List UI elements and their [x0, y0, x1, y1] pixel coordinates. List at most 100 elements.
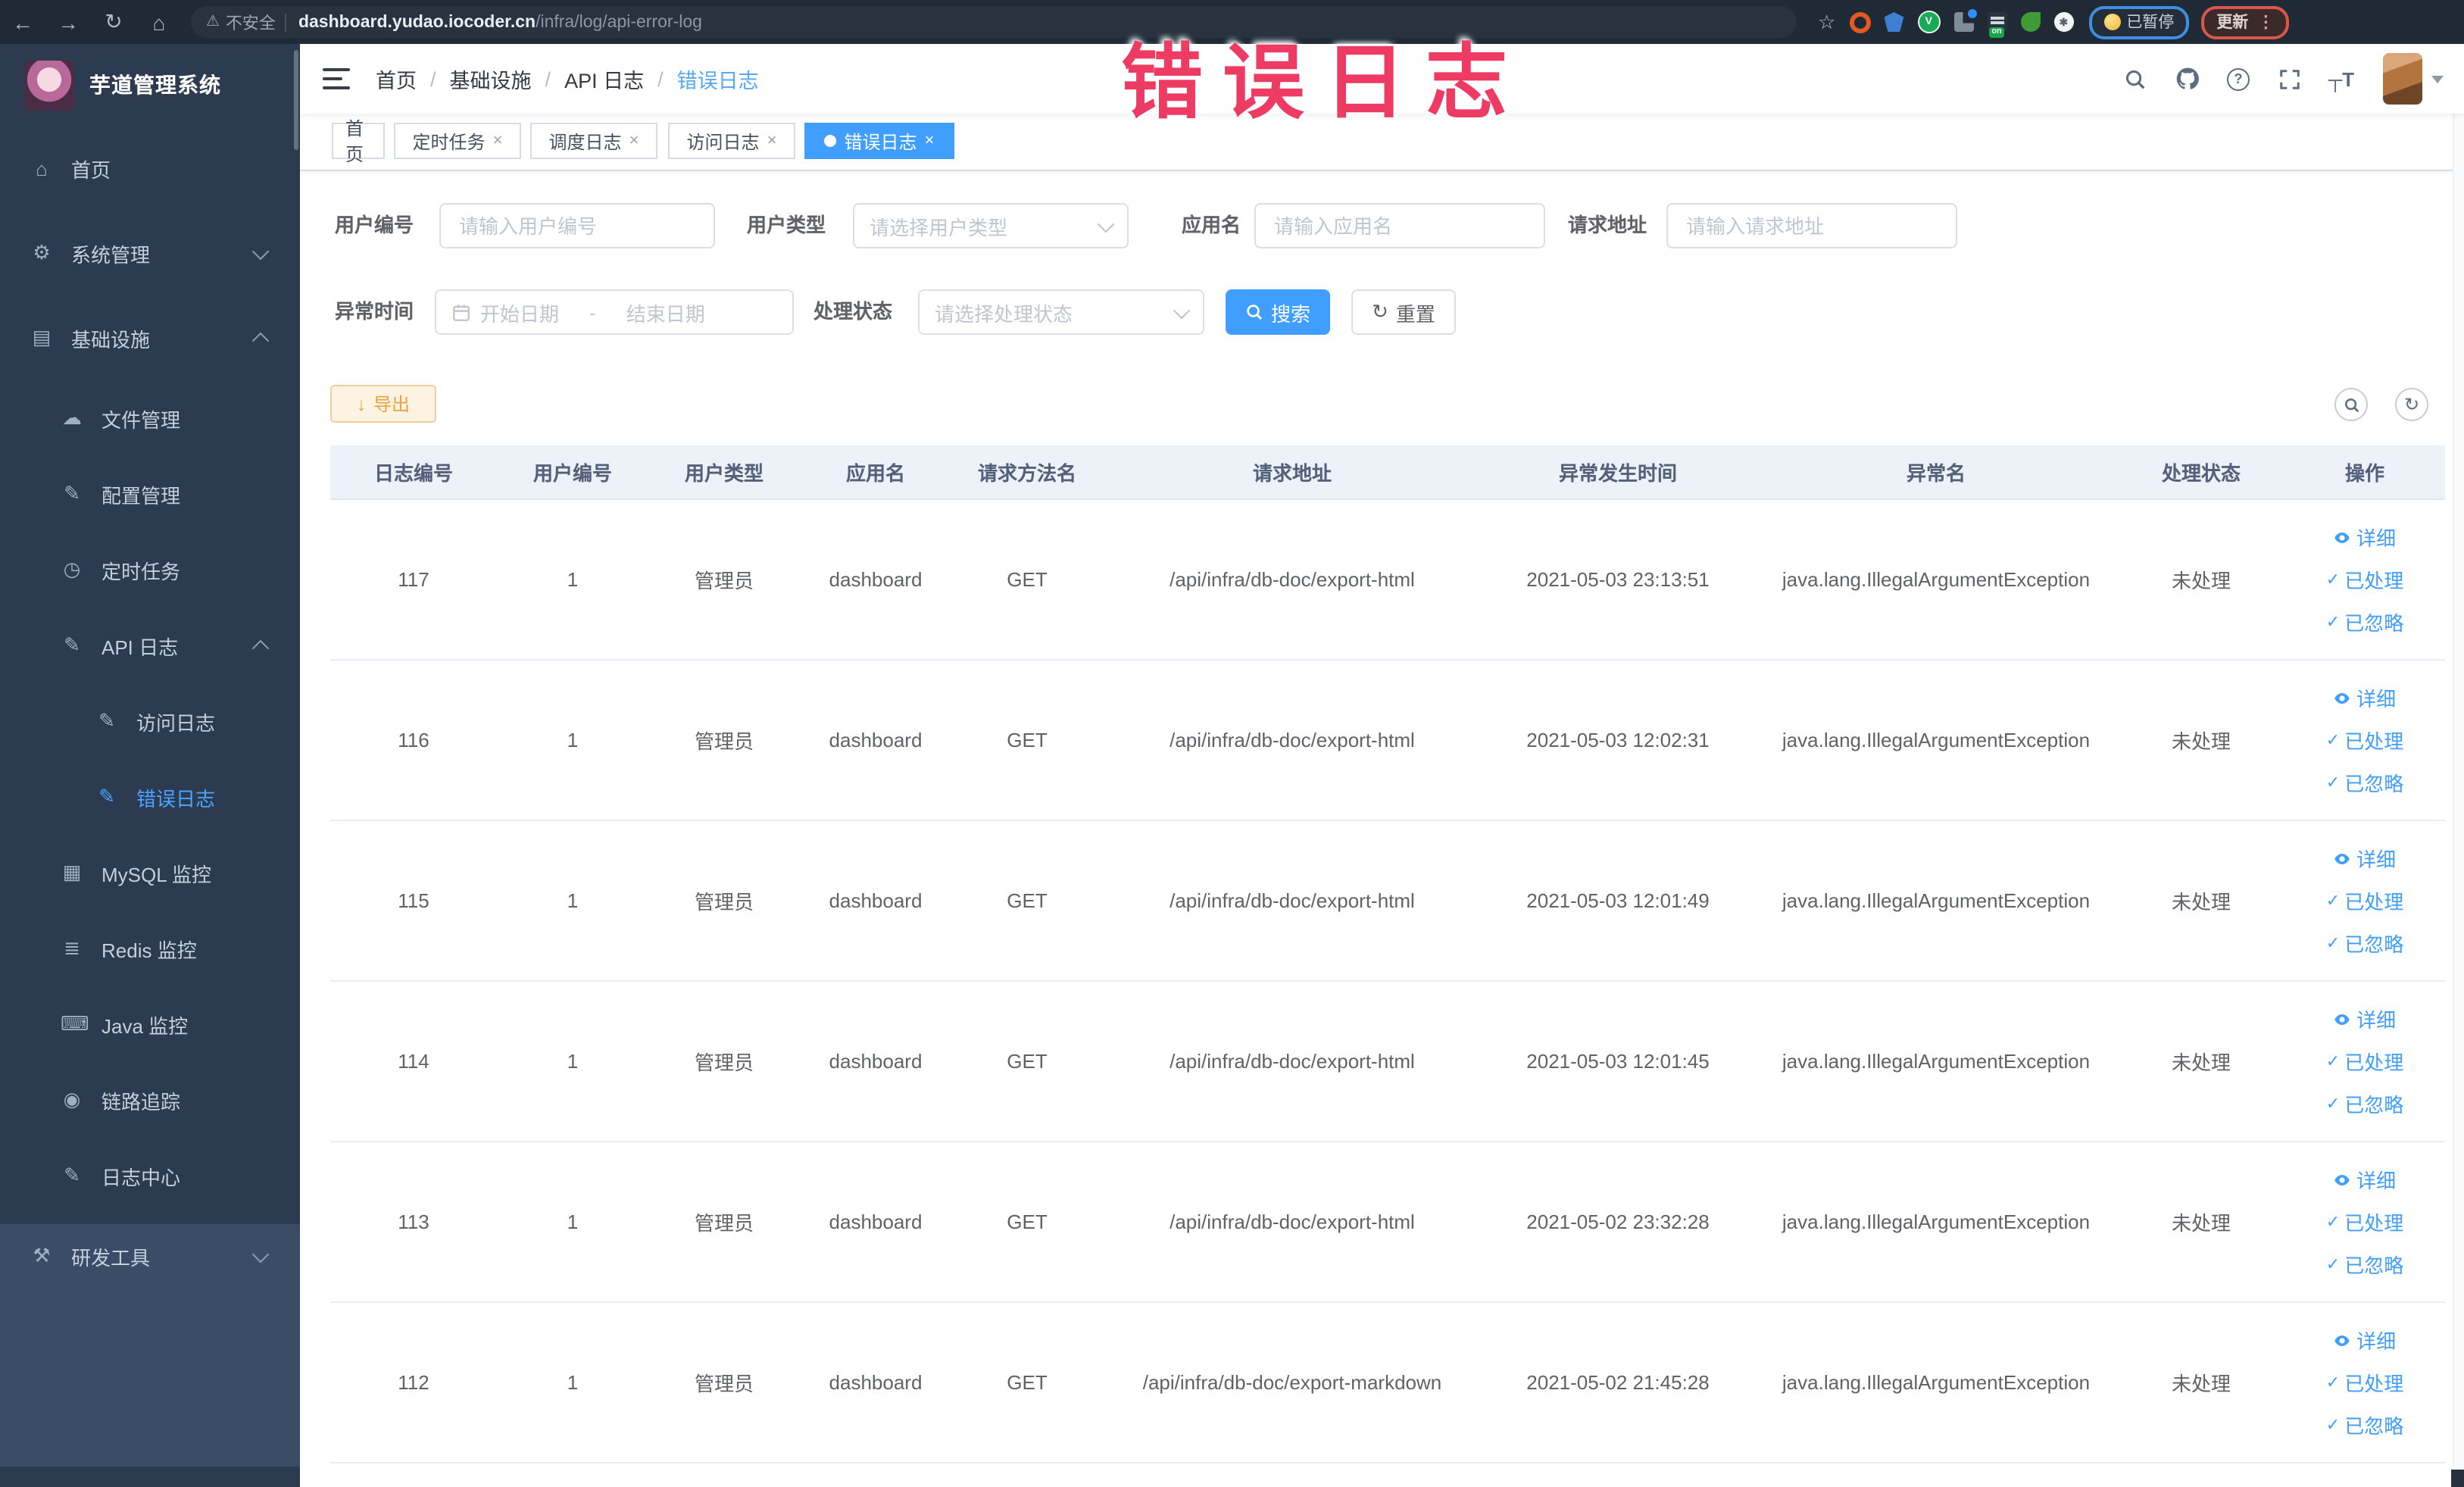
breadcrumb-item[interactable]: 基础设施 — [450, 64, 532, 94]
cell-url: /api/infra/db-doc/export-html — [1170, 1211, 1415, 1233]
extension-on-icon[interactable]: on — [1987, 12, 2007, 38]
check-icon: ✓ — [2325, 774, 2341, 792]
action-已处理[interactable]: ✓ 已处理 — [2326, 1368, 2403, 1397]
action-已忽略[interactable]: ✓ 已忽略 — [2326, 929, 2403, 957]
action-详细[interactable]: 详细 — [2334, 1326, 2396, 1354]
browser-reload-icon[interactable]: ↻ — [91, 9, 136, 35]
sidebar-item-首页[interactable]: ⌂ 首页 — [0, 126, 300, 211]
action-已处理[interactable]: ✓ 已处理 — [2326, 565, 2403, 594]
extension-grid-icon[interactable] — [1953, 9, 1977, 32]
tab-首页[interactable]: 首页 — [332, 118, 385, 165]
breadcrumb-item[interactable]: API 日志 — [564, 64, 644, 94]
not-secure-label[interactable]: 不安全 — [226, 10, 276, 34]
reset-button[interactable]: ↻ 重置 — [1351, 289, 1456, 335]
user-type-select[interactable]: 请选择用户类型 — [853, 203, 1129, 248]
process-status-select[interactable]: 请选择处理状态 — [918, 289, 1204, 335]
sidebar-item-基础设施[interactable]: ▤ 基础设施 — [0, 295, 300, 380]
action-已处理[interactable]: ✓ 已处理 — [2326, 1047, 2403, 1076]
browser-home-icon[interactable]: ⌂ — [136, 10, 182, 34]
search-button[interactable]: 搜索 — [1226, 289, 1330, 335]
tab-访问日志[interactable]: 访问日志 × — [668, 123, 795, 159]
extension-leaf-icon[interactable] — [2020, 12, 2041, 32]
sidebar-item-研发工具[interactable]: ⚒ 研发工具 — [0, 1214, 300, 1298]
github-icon[interactable] — [2161, 67, 2213, 91]
sidebar-item-系统管理[interactable]: ⚙ 系统管理 — [0, 211, 300, 295]
sidebar-item-Redis 监控[interactable]: ≣ Redis 监控 — [0, 911, 300, 986]
bookmark-star-icon[interactable]: ☆ — [1818, 10, 1835, 34]
refresh-table-button[interactable]: ↻ — [2395, 388, 2428, 421]
export-button[interactable]: ↓ 导出 — [330, 385, 436, 423]
close-tab-icon[interactable]: × — [629, 132, 639, 150]
action-已处理[interactable]: ✓ 已处理 — [2326, 1207, 2403, 1236]
action-已忽略[interactable]: ✓ 已忽略 — [2326, 1410, 2403, 1439]
action-详细[interactable]: 详细 — [2334, 1004, 2396, 1033]
address-bar[interactable]: ⚠ 不安全 dashboard.yudao.iocoder.cn/infra/l… — [191, 6, 1797, 38]
chevron-down-icon[interactable] — [2431, 75, 2443, 83]
gear-icon: ⚙ — [33, 241, 51, 264]
action-label: 详细 — [2356, 688, 2396, 711]
cell-id: 114 — [398, 1050, 429, 1073]
action-已忽略[interactable]: ✓ 已忽略 — [2326, 1250, 2403, 1279]
font-size-icon[interactable]: ┬T — [2316, 67, 2367, 90]
extension-orange-ring-icon[interactable] — [1849, 11, 1871, 33]
fullscreen-icon[interactable] — [2264, 67, 2316, 90]
close-tab-icon[interactable]: × — [493, 132, 503, 150]
date-range-picker[interactable]: 开始日期 - 结束日期 — [435, 289, 794, 335]
cell-url: /api/infra/db-doc/export-markdown — [1142, 1371, 1442, 1394]
extension-puzzle-icon[interactable]: ✱ — [2053, 12, 2074, 32]
browser-menu-kebab-icon[interactable]: ⋮ — [2257, 12, 2274, 32]
screen: ← → ↻ ⌂ ⚠ 不安全 dashboard.yudao.iocoder.cn… — [0, 0, 2464, 1487]
sidebar-item-链路追踪[interactable]: ◉ 链路追踪 — [0, 1062, 300, 1138]
avatar[interactable] — [2382, 53, 2422, 105]
action-已忽略[interactable]: ✓ 已忽略 — [2326, 768, 2403, 797]
sidebar-item-配置管理[interactable]: ✎ 配置管理 — [0, 456, 300, 532]
chevron-down-icon — [1173, 301, 1191, 319]
infrastructure-icon: ▤ — [32, 326, 52, 348]
check-icon: ✓ — [2325, 892, 2341, 911]
close-tab-icon[interactable]: × — [925, 132, 935, 150]
action-详细[interactable]: 详细 — [2334, 844, 2396, 873]
action-详细[interactable]: 详细 — [2334, 1165, 2396, 1194]
request-url-input[interactable] — [1683, 213, 1941, 239]
sidebar-logo-row[interactable]: 芋道管理系统 — [0, 44, 300, 126]
search-icon[interactable] — [2110, 67, 2161, 90]
browser-update-button[interactable]: 更新 ⋮ — [2201, 5, 2290, 39]
action-详细[interactable]: 详细 — [2334, 683, 2396, 712]
action-已忽略[interactable]: ✓ 已忽略 — [2326, 1089, 2403, 1118]
close-tab-icon[interactable]: × — [767, 132, 777, 150]
extension-shield-icon[interactable] — [1884, 12, 1904, 32]
toggle-search-button[interactable] — [2334, 388, 2368, 421]
paused-extension-badge[interactable]: 已暂停 — [2088, 5, 2190, 39]
sidebar-item-文件管理[interactable]: ☁ 文件管理 — [0, 380, 300, 456]
app-name-input[interactable] — [1271, 213, 1529, 239]
sidebar-item-访问日志[interactable]: ✎ 访问日志 — [0, 683, 300, 759]
browser-back-icon[interactable]: ← — [0, 10, 45, 34]
check-icon: ✓ — [2325, 1053, 2341, 1071]
action-详细[interactable]: 详细 — [2334, 523, 2396, 551]
action-label: 已忽略 — [2344, 773, 2404, 795]
browser-forward-icon[interactable]: → — [45, 10, 91, 34]
action-已忽略[interactable]: ✓ 已忽略 — [2326, 608, 2403, 636]
edit-icon: ✎ — [64, 482, 80, 505]
action-已处理[interactable]: ✓ 已处理 — [2326, 726, 2403, 754]
action-已处理[interactable]: ✓ 已处理 — [2326, 886, 2403, 915]
user-id-input[interactable] — [456, 213, 698, 239]
sidebar-item-日志中心[interactable]: ✎ 日志中心 — [0, 1138, 300, 1214]
breadcrumb-item[interactable]: 首页 — [376, 64, 417, 94]
sidebar-item-MySQL 监控[interactable]: ▦ MySQL 监控 — [0, 835, 300, 911]
sidebar-item-Java 监控[interactable]: ⌨ Java 监控 — [0, 986, 300, 1062]
sidebar-scrollbar-thumb[interactable] — [294, 50, 298, 150]
sidebar-item-API 日志[interactable]: ✎ API 日志 — [0, 608, 300, 683]
tab-定时任务[interactable]: 定时任务 × — [394, 123, 521, 159]
sidebar-item-定时任务[interactable]: ◷ 定时任务 — [0, 532, 300, 608]
tab-错误日志[interactable]: 错误日志 × — [804, 123, 954, 159]
log-edit-icon: ✎ — [64, 633, 80, 656]
tab-调度日志[interactable]: 调度日志 × — [530, 123, 657, 159]
sidebar-item-错误日志[interactable]: ✎ 错误日志 — [0, 759, 300, 835]
check-icon: ✓ — [2325, 935, 2341, 953]
sidebar-toggle-icon[interactable] — [323, 68, 350, 89]
help-icon[interactable]: ? — [2213, 67, 2264, 90]
extension-green-icon[interactable]: V — [1917, 11, 1941, 33]
action-label: 详细 — [2356, 1330, 2396, 1353]
page-scrollbar[interactable] — [2452, 44, 2464, 1487]
